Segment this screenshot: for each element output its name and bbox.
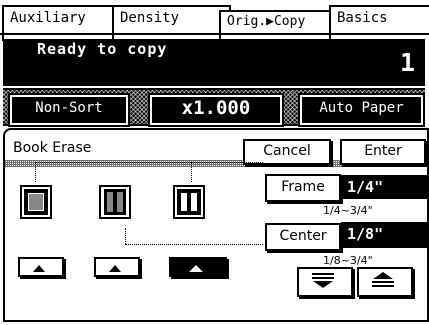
tab-label: Density xyxy=(120,10,180,26)
frame-erase-icon[interactable] xyxy=(20,185,52,219)
down-arrow-icon xyxy=(312,273,334,288)
frame-value: 1/4" xyxy=(341,175,429,199)
mode-select-frame-button[interactable] xyxy=(18,257,64,277)
cancel-label: Cancel xyxy=(263,143,311,159)
increase-button[interactable] xyxy=(357,267,413,297)
decrease-button[interactable] xyxy=(297,267,353,297)
center-connector xyxy=(125,244,263,245)
center-value: 1/8" xyxy=(341,222,429,248)
status-bar: Ready to copy 1 xyxy=(3,39,425,86)
up-arrow-icon xyxy=(109,265,121,272)
up-arrow-icon xyxy=(372,272,394,287)
copy-count: 1 xyxy=(399,48,415,77)
panel-title: Book Erase xyxy=(13,140,92,156)
status-message: Ready to copy xyxy=(37,40,168,58)
center-button[interactable]: Center xyxy=(265,223,341,251)
center-connector-left xyxy=(125,228,126,244)
tab-label: Auxiliary xyxy=(10,10,86,26)
paper-label: Auto Paper xyxy=(319,100,404,116)
enter-button[interactable]: Enter xyxy=(340,139,426,165)
tab-density[interactable]: Density xyxy=(112,5,231,41)
frame-range: 1/4~3/4" xyxy=(323,204,373,217)
tab-auxiliary[interactable]: Auxiliary xyxy=(2,5,124,41)
frame-button[interactable]: Frame xyxy=(265,174,341,202)
center-range: 1/8~3/4" xyxy=(323,254,373,267)
center-erase-icon[interactable] xyxy=(99,185,131,219)
paper-button[interactable]: Auto Paper xyxy=(298,93,425,127)
center-label: Center xyxy=(279,228,327,244)
tab-orig-copy[interactable]: Orig.▶Copy xyxy=(219,10,343,41)
sort-mode-button[interactable]: Non-Sort xyxy=(8,93,130,127)
frame-label: Frame xyxy=(281,179,325,195)
mode-select-center-button[interactable] xyxy=(94,257,140,277)
mode-select-frame-center-button[interactable] xyxy=(169,257,227,277)
settings-row: Non-Sort x1.000 Auto Paper xyxy=(3,88,425,127)
enter-label: Enter xyxy=(364,143,402,159)
tab-label: Basics xyxy=(337,10,388,26)
zoom-label: x1.000 xyxy=(181,97,251,119)
frame-connector xyxy=(35,162,263,163)
frame-connector-left xyxy=(35,162,36,182)
frame-center-erase-icon[interactable] xyxy=(173,185,205,219)
book-erase-panel: Book Erase Cancel Enter Frame 1/4" 1/4~3… xyxy=(3,128,429,322)
up-arrow-icon xyxy=(189,265,203,272)
tab-label: Orig.▶Copy xyxy=(227,14,306,29)
up-arrow-icon xyxy=(33,265,45,272)
zoom-button[interactable]: x1.000 xyxy=(148,93,284,127)
tab-basics[interactable]: Basics xyxy=(329,5,429,41)
frame-connector-right xyxy=(191,162,192,182)
sort-mode-label: Non-Sort xyxy=(35,100,103,116)
tab-divider xyxy=(0,33,429,35)
